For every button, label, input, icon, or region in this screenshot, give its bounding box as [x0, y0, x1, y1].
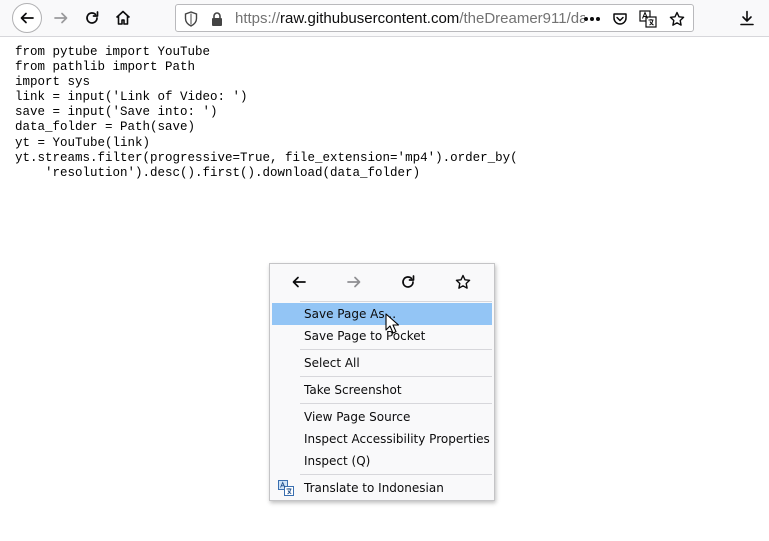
- menu-separator: [300, 349, 492, 350]
- translate-icon: [278, 480, 294, 496]
- context-menu: Save Page As... Save Page to Pocket Sele…: [269, 263, 495, 501]
- url-domain: raw.githubusercontent.com: [280, 10, 460, 27]
- menu-item-inspect-accessibility[interactable]: Inspect Accessibility Properties: [272, 428, 492, 450]
- menu-item-translate[interactable]: Translate to Indonesian: [272, 477, 492, 499]
- menu-separator: [300, 474, 492, 475]
- forward-arrow-icon: [54, 12, 68, 24]
- code-line: from pathlib import Path: [15, 60, 196, 75]
- lock-icon[interactable]: [208, 10, 226, 28]
- code-line: 'resolution').desc().first().download(da…: [15, 165, 421, 180]
- menu-back-icon[interactable]: [289, 272, 309, 292]
- code-line: link = input('Link of Video: '): [15, 90, 248, 105]
- menu-item-save-page-as[interactable]: Save Page As...: [272, 303, 492, 325]
- menu-reload-icon[interactable]: [398, 272, 418, 292]
- mouse-cursor-icon: [385, 313, 399, 334]
- back-arrow-icon: [20, 12, 34, 24]
- url-scheme: https://: [235, 10, 281, 27]
- menu-item-select-all[interactable]: Select All: [272, 352, 492, 374]
- translate-icon[interactable]: [639, 10, 657, 28]
- raw-code-content: from pytube import YouTube from pathlib …: [15, 45, 518, 181]
- menu-bookmark-star-icon[interactable]: [453, 272, 473, 292]
- menu-separator: [300, 376, 492, 377]
- code-line: save = input('Save into: '): [15, 105, 218, 120]
- page-actions-dots-icon[interactable]: [583, 10, 601, 28]
- menu-item-inspect[interactable]: Inspect (Q): [272, 450, 492, 472]
- reload-icon: [86, 11, 99, 24]
- context-menu-navigation: [270, 264, 494, 300]
- menu-item-save-to-pocket[interactable]: Save Page to Pocket: [272, 325, 492, 347]
- code-line: data_folder = Path(save): [15, 120, 196, 135]
- menu-separator: [300, 403, 492, 404]
- code-line: yt.streams.filter(progressive=True, file…: [15, 150, 518, 165]
- code-line: from pytube import YouTube: [15, 45, 211, 59]
- url-path: /theDreamer911/dar: [459, 10, 585, 27]
- forward-button[interactable]: [47, 4, 75, 32]
- menu-item-view-page-source[interactable]: View Page Source: [272, 406, 492, 428]
- back-button[interactable]: [12, 3, 42, 33]
- home-button[interactable]: [109, 4, 137, 32]
- home-icon: [115, 10, 131, 25]
- downloads-button[interactable]: [733, 4, 761, 32]
- menu-forward-icon[interactable]: [344, 272, 364, 292]
- pocket-icon[interactable]: [611, 10, 629, 28]
- browser-toolbar: https://raw.githubusercontent.com/theDre…: [0, 0, 769, 37]
- bookmark-star-icon[interactable]: [668, 10, 686, 28]
- menu-separator: [300, 301, 492, 302]
- menu-item-take-screenshot[interactable]: Take Screenshot: [272, 379, 492, 401]
- url-text[interactable]: https://raw.githubusercontent.com/theDre…: [235, 10, 585, 27]
- code-line: yt = YouTube(link): [15, 135, 151, 150]
- url-bar[interactable]: https://raw.githubusercontent.com/theDre…: [175, 4, 694, 32]
- download-arrow-icon: [740, 10, 754, 26]
- menu-item-label: Translate to Indonesian: [304, 481, 444, 495]
- code-line: import sys: [15, 75, 91, 90]
- tracking-protection-shield-icon[interactable]: [182, 10, 200, 28]
- reload-button[interactable]: [78, 4, 106, 32]
